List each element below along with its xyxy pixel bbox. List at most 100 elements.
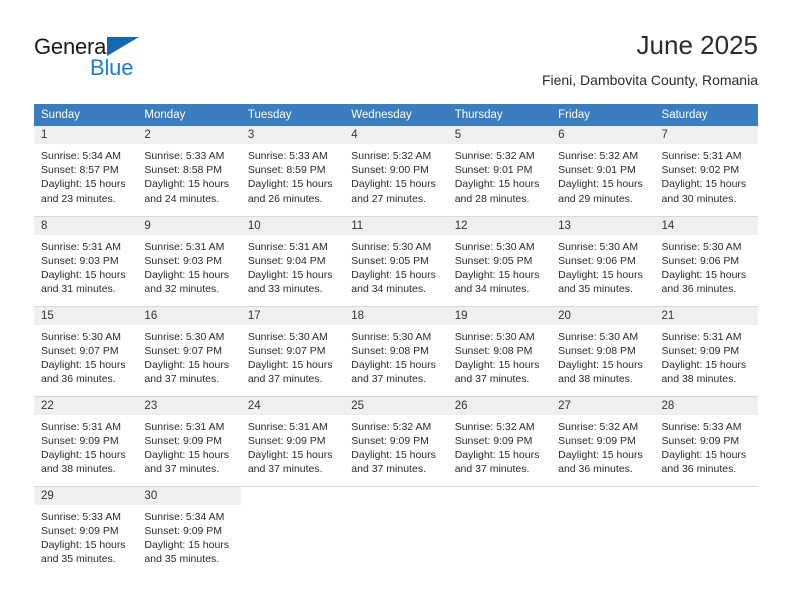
daylight-text: Daylight: 15 hours and 38 minutes. <box>558 358 643 386</box>
calendar-day-cell[interactable]: 15 Sunrise: 5:30 AM Sunset: 9:07 PM Dayligh… <box>34 305 138 396</box>
sunrise-text: Sunrise: 5:33 AM <box>144 150 225 162</box>
daylight-text: Daylight: 15 hours and 38 minutes. <box>661 358 747 386</box>
day-info: Sunrise: 5:31 AM Sunset: 9:09 PM Daylight:… <box>137 415 240 477</box>
day-info: Sunrise: 5:32 AM Sunset: 9:01 PM Daylight:… <box>551 144 654 206</box>
day-number: 20 <box>551 306 655 325</box>
calendar-day-cell[interactable]: 7 Sunrise: 5:31 AM Sunset: 9:02 PM Daylight… <box>654 126 758 216</box>
calendar-day-cell[interactable]: 23 Sunrise: 5:31 AM Sunset: 9:09 PM Dayligh… <box>137 395 241 486</box>
day-number: 19 <box>447 306 552 325</box>
day-number: 16 <box>137 306 241 325</box>
calendar-day-cell-empty <box>447 485 552 576</box>
day-info: Sunrise: 5:30 AM Sunset: 9:06 PM Daylight:… <box>551 235 654 297</box>
day-number: 11 <box>344 216 448 235</box>
sunset-text: Sunset: 9:03 PM <box>144 254 223 267</box>
weekday-header-row: Sunday Monday Tuesday Wednesday Thursday Frid… <box>34 104 758 126</box>
calendar-week-row: 15 Sunrise: 5:30 AM Sunset: 9:07 PM Dayligh… <box>34 305 758 396</box>
daylight-text: Daylight: 15 hours and 33 minutes. <box>247 268 333 296</box>
sunrise-text: Sunrise: 5:31 AM <box>247 240 328 253</box>
calendar-day-cell[interactable]: 22 Sunrise: 5:31 AM Sunset: 9:09 PM Dayligh… <box>34 395 138 486</box>
day-number: 15 <box>34 306 138 325</box>
calendar-day-cell[interactable]: 20 Sunrise: 5:30 AM Sunset: 9:08 PM Dayligh… <box>551 305 655 396</box>
calendar-day-cell[interactable]: 4 Sunrise: 5:32 AM Sunset: 9:00 PM Daylight… <box>344 126 448 216</box>
day-info: Sunrise: 5:30 AM Sunset: 9:07 PM Daylight:… <box>137 325 240 387</box>
daylight-text: Daylight: 15 hours and 26 minutes. <box>247 178 333 205</box>
calendar-day-cell[interactable]: 29 Sunrise: 5:33 AM Sunset: 9:09 PM Dayligh… <box>34 485 138 576</box>
calendar-day-cell[interactable]: 24 Sunrise: 5:31 AM Sunset: 9:09 PM Dayligh… <box>240 395 345 486</box>
calendar-day-cell[interactable]: 2 Sunrise: 5:33 AM Sunset: 8:58 PM Daylight… <box>137 126 241 216</box>
calendar-day-cell[interactable]: 17 Sunrise: 5:30 AM Sunset: 9:07 PM Dayligh… <box>240 305 345 396</box>
daylight-text: Daylight: 15 hours and 36 minutes. <box>661 268 747 296</box>
day-number: 22 <box>34 396 138 415</box>
sunrise-text: Sunrise: 5:32 AM <box>558 150 639 162</box>
day-number: 23 <box>137 396 241 415</box>
sunrise-text: Sunrise: 5:30 AM <box>351 240 432 253</box>
calendar-day-cell[interactable]: 18 Sunrise: 5:30 AM Sunset: 9:08 PM Dayligh… <box>344 305 448 396</box>
sunset-text: Sunset: 9:05 PM <box>454 254 533 267</box>
calendar-day-cell[interactable]: 25 Sunrise: 5:32 AM Sunset: 9:09 PM Dayligh… <box>344 395 448 486</box>
daylight-text: Daylight: 15 hours and 31 minutes. <box>41 268 126 296</box>
sunset-text: Sunset: 9:09 PM <box>144 524 223 537</box>
calendar-day-cell[interactable]: 3 Sunrise: 5:33 AM Sunset: 8:59 PM Daylight… <box>240 126 345 216</box>
calendar-day-cell[interactable]: 21 Sunrise: 5:31 AM Sunset: 9:09 PM Dayligh… <box>654 305 758 396</box>
daylight-text: Daylight: 15 hours and 35 minutes. <box>558 268 643 296</box>
daylight-text: Daylight: 15 hours and 28 minutes. <box>454 178 540 205</box>
sunrise-text: Sunrise: 5:32 AM <box>351 420 432 433</box>
day-info: Sunrise: 5:33 AM Sunset: 8:59 PM Daylight:… <box>241 144 344 206</box>
sunrise-text: Sunrise: 5:30 AM <box>558 240 639 253</box>
calendar-day-cell[interactable]: 13 Sunrise: 5:30 AM Sunset: 9:06 PM Dayligh… <box>551 215 655 306</box>
page-title: June 2025 <box>636 30 758 60</box>
sunrise-text: Sunrise: 5:30 AM <box>41 330 121 343</box>
calendar-week-row: 1 Sunrise: 5:34 AM Sunset: 8:57 PM Daylight… <box>34 126 758 216</box>
calendar-day-cell[interactable]: 5 Sunrise: 5:32 AM Sunset: 9:01 PM Daylight… <box>447 126 552 216</box>
sunset-text: Sunset: 9:01 PM <box>454 164 533 177</box>
day-number: 29 <box>34 486 138 505</box>
sunrise-text: Sunrise: 5:33 AM <box>661 420 742 433</box>
sunrise-text: Sunrise: 5:34 AM <box>41 150 121 162</box>
sunset-text: Sunset: 9:09 PM <box>454 434 533 447</box>
calendar-day-cell[interactable]: 30 Sunrise: 5:34 AM Sunset: 9:09 PM Dayligh… <box>137 485 241 576</box>
day-number: 8 <box>34 216 138 235</box>
day-info: Sunrise: 5:30 AM Sunset: 9:08 PM Daylight:… <box>551 325 654 387</box>
day-info: Sunrise: 5:30 AM Sunset: 9:05 PM Daylight:… <box>448 235 551 297</box>
sunrise-text: Sunrise: 5:31 AM <box>41 240 121 253</box>
calendar-day-cell[interactable]: 27 Sunrise: 5:32 AM Sunset: 9:09 PM Dayligh… <box>551 395 655 486</box>
calendar-day-cell[interactable]: 8 Sunrise: 5:31 AM Sunset: 9:03 PM Daylight… <box>34 215 138 306</box>
day-info: Sunrise: 5:31 AM Sunset: 9:09 PM Daylight:… <box>34 415 137 477</box>
day-number: 17 <box>240 306 345 325</box>
day-number: 27 <box>551 396 655 415</box>
day-info: Sunrise: 5:31 AM Sunset: 9:03 PM Daylight:… <box>34 235 137 297</box>
day-info: Sunrise: 5:30 AM Sunset: 9:07 PM Daylight:… <box>34 325 137 387</box>
sunset-text: Sunset: 9:08 PM <box>558 344 636 357</box>
sunrise-text: Sunrise: 5:32 AM <box>454 150 535 162</box>
sunset-text: Sunset: 9:09 PM <box>558 434 636 447</box>
calendar-day-cell[interactable]: 26 Sunrise: 5:32 AM Sunset: 9:09 PM Dayligh… <box>447 395 552 486</box>
sunrise-text: Sunrise: 5:34 AM <box>144 510 225 523</box>
sunrise-text: Sunrise: 5:31 AM <box>144 240 225 253</box>
general-blue-logo[interactable]: General Blue <box>34 34 234 86</box>
calendar-day-cell[interactable]: 6 Sunrise: 5:32 AM Sunset: 9:01 PM Daylight… <box>551 126 655 216</box>
calendar-day-cell[interactable]: 14 Sunrise: 5:30 AM Sunset: 9:06 PM Dayligh… <box>654 215 758 306</box>
calendar-day-cell[interactable]: 19 Sunrise: 5:30 AM Sunset: 9:08 PM Dayligh… <box>447 305 552 396</box>
sunset-text: Sunset: 9:09 PM <box>351 434 429 447</box>
calendar-day-cell[interactable]: 1 Sunrise: 5:34 AM Sunset: 8:57 PM Daylight… <box>34 126 138 216</box>
calendar-day-cell[interactable]: 11 Sunrise: 5:30 AM Sunset: 9:05 PM Dayligh… <box>344 215 448 306</box>
calendar-day-cell[interactable]: 28 Sunrise: 5:33 AM Sunset: 9:09 PM Dayligh… <box>654 395 758 486</box>
calendar-day-cell[interactable]: 9 Sunrise: 5:31 AM Sunset: 9:03 PM Daylight… <box>137 215 241 306</box>
calendar-day-cell[interactable]: 12 Sunrise: 5:30 AM Sunset: 9:05 PM Dayligh… <box>447 215 552 306</box>
sunrise-text: Sunrise: 5:31 AM <box>661 330 742 343</box>
sunset-text: Sunset: 9:08 PM <box>351 344 429 357</box>
day-number: 3 <box>240 126 345 144</box>
daylight-text: Daylight: 15 hours and 34 minutes. <box>454 268 540 296</box>
daylight-text: Daylight: 15 hours and 37 minutes. <box>247 448 333 476</box>
sunset-text: Sunset: 8:58 PM <box>144 164 223 177</box>
calendar-day-cell[interactable]: 10 Sunrise: 5:31 AM Sunset: 9:04 PM Dayligh… <box>240 215 345 306</box>
sunrise-text: Sunrise: 5:32 AM <box>351 150 432 162</box>
day-info: Sunrise: 5:33 AM Sunset: 9:09 PM Daylight:… <box>655 415 758 477</box>
day-number: 28 <box>654 396 758 415</box>
sunrise-text: Sunrise: 5:30 AM <box>454 330 535 343</box>
sunrise-text: Sunrise: 5:31 AM <box>41 420 121 433</box>
calendar-day-cell[interactable]: 16 Sunrise: 5:30 AM Sunset: 9:07 PM Dayligh… <box>137 305 241 396</box>
day-info: Sunrise: 5:32 AM Sunset: 9:01 PM Daylight:… <box>448 144 551 206</box>
day-number: 7 <box>654 126 758 144</box>
weekday-header-thursday: Thursday <box>447 104 552 126</box>
